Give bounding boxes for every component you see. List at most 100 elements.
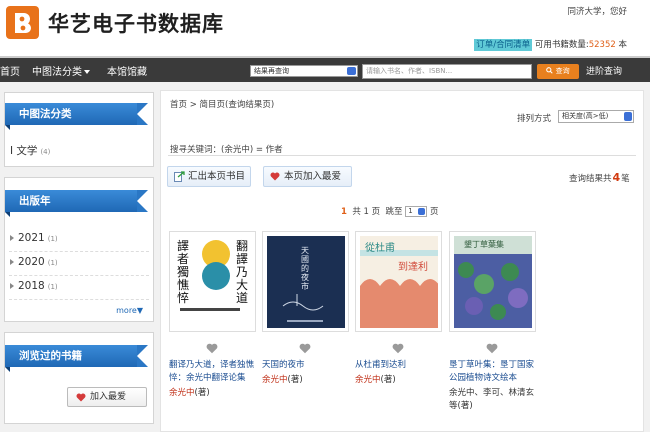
book-cover-image: 墾丁草葉集: [454, 236, 532, 328]
search-button-label: 查询: [555, 67, 570, 75]
divider: [9, 251, 149, 252]
book-cover[interactable]: 墾丁草葉集: [449, 231, 536, 332]
site-header: 华艺电子书数据库 同济大学，您好 订单/合同清单 可用书籍数量:52352 本: [0, 0, 650, 56]
cover-title-a: 從杜甫: [365, 243, 395, 254]
divider: [9, 275, 149, 276]
nav-collection[interactable]: 本馆馆藏: [107, 63, 147, 78]
nav-clc-label: 中图法分类: [32, 67, 82, 78]
clc-item-count: (4): [40, 148, 51, 156]
book-favorite[interactable]: [486, 343, 498, 357]
breadcrumb[interactable]: 首页 > 简目页(查询结果页): [170, 98, 274, 110]
cover-title: 天國的夜市: [301, 246, 309, 291]
pubyear-item-2021[interactable]: 2021 (1): [10, 232, 58, 244]
history-panel-title: 浏览过的书籍: [5, 345, 148, 372]
history-panel: 浏览过的书籍 加入最爱: [4, 332, 154, 424]
pubyear-count: (1): [47, 259, 58, 267]
pager-jump-label: 跳至: [385, 207, 403, 217]
pager-page-unit: 页: [429, 207, 439, 217]
nav-clc-menu[interactable]: 中图法分类: [32, 63, 90, 78]
site-title[interactable]: 华艺电子书数据库: [48, 8, 224, 38]
select-arrow-icon: [347, 67, 356, 75]
page-jump-value: 1: [408, 207, 413, 215]
pubyear-panel-title: 出版年: [5, 190, 148, 217]
available-unit: 本: [618, 40, 627, 50]
advanced-search-link[interactable]: 进阶查询: [586, 64, 622, 77]
author-role: (著): [287, 375, 303, 385]
page-jump-select[interactable]: 1: [405, 206, 428, 217]
author-link[interactable]: 余光中: [262, 375, 288, 385]
book-title-link[interactable]: 从杜甫到达利: [355, 359, 447, 372]
clc-item-label: I 文学: [10, 145, 38, 157]
author-link[interactable]: 余光中: [449, 388, 475, 398]
cover-title-b: 到達利: [398, 262, 428, 273]
pubyear-count: (1): [47, 235, 58, 243]
author-role: (著): [194, 388, 210, 398]
result-number: 4: [612, 171, 621, 184]
add-favorite-button[interactable]: 加入最爱: [67, 387, 147, 407]
book-cover-image: 天國的夜市: [267, 236, 345, 328]
result-suffix: 笔: [621, 174, 630, 184]
heart-icon: [76, 393, 86, 402]
cover-title: 墾丁草葉集: [464, 240, 504, 249]
available-count: 52352: [588, 40, 616, 50]
pager-total: 共 1 页: [352, 207, 381, 217]
results-area: 首页 > 简目页(查询结果页) 排列方式 相关度(高>低) 搜寻关键词：(余光中…: [160, 90, 644, 432]
order-list-link[interactable]: 订单/合同清单: [474, 39, 533, 51]
heart-icon: [299, 343, 311, 354]
book-title-link[interactable]: 垦丁草叶集：垦丁国家公园植物诗文绘本: [449, 359, 541, 385]
book-favorite[interactable]: [206, 343, 218, 357]
pubyear-label: 2018: [18, 280, 45, 292]
book-title-link[interactable]: 翻译乃大道，译者独憔悴：余光中翻译论集: [169, 359, 261, 385]
export-icon: [174, 171, 185, 182]
search-keyword: 搜寻关键词：(余光中) = 作者: [170, 145, 283, 155]
pubyear-item-2018[interactable]: 2018 (1): [10, 280, 58, 292]
airiti-logo-icon[interactable]: [6, 6, 39, 39]
book-cover[interactable]: 從杜甫 到達利: [355, 231, 442, 332]
welcome-text: 同济大学，您好: [567, 7, 627, 17]
divider: [9, 299, 149, 300]
search-scope-select[interactable]: 结果再查询: [250, 65, 358, 77]
sort-label: 排列方式: [517, 114, 552, 124]
clc-panel: 中图法分类 I 文学 (4): [4, 92, 154, 167]
main-nav: 首页 中图法分类 本馆馆藏 结果再查询 请输入书名、作者、ISBN... 查询 …: [0, 56, 650, 82]
search-button[interactable]: 查询: [537, 64, 579, 79]
heart-icon: [392, 343, 404, 354]
book-cover[interactable]: 天國的夜市: [262, 231, 349, 332]
triangle-right-icon: [10, 259, 14, 265]
caret-down-icon: [84, 70, 90, 74]
add-page-favorite-label: 本页加入最爱: [284, 171, 342, 182]
book-title-link[interactable]: 天国的夜市: [262, 359, 354, 372]
heart-icon: [486, 343, 498, 354]
book-author: 余光中(著): [262, 374, 352, 387]
clc-panel-title: 中图法分类: [5, 103, 148, 130]
book-favorite[interactable]: [392, 343, 404, 357]
pubyear-label: 2021: [18, 232, 45, 244]
clc-item-literature[interactable]: I 文学 (4): [10, 143, 50, 158]
cover-title-b: 翻譯乃大道: [236, 239, 249, 305]
book-cover[interactable]: 譯者獨憔悴 翻譯乃大道: [169, 231, 256, 332]
add-favorite-label: 加入最爱: [90, 392, 127, 402]
search-scope-value: 结果再查询: [254, 67, 289, 75]
sort-select[interactable]: 相关度(高>低): [558, 110, 634, 123]
select-arrow-icon: [624, 112, 632, 121]
search-icon: [546, 67, 554, 74]
cover-title-a: 譯者獨憔悴: [177, 239, 190, 305]
book-favorite[interactable]: [299, 343, 311, 357]
heart-icon: [270, 172, 280, 181]
more-link[interactable]: more▼: [116, 306, 143, 315]
result-prefix: 查询结果共: [569, 174, 612, 184]
heart-icon: [206, 343, 218, 354]
result-count: 查询结果共4笔: [569, 171, 630, 184]
export-citation-button[interactable]: 汇出本页书目: [167, 166, 251, 187]
book-author: 余光中(著): [355, 374, 445, 387]
search-input[interactable]: 请输入书名、作者、ISBN...: [362, 64, 532, 79]
nav-home[interactable]: 首页: [0, 63, 20, 78]
author-link[interactable]: 余光中: [355, 375, 381, 385]
pager-current[interactable]: 1: [341, 207, 347, 217]
pubyear-item-2020[interactable]: 2020 (1): [10, 256, 58, 268]
sort-value: 相关度(高>低): [562, 112, 609, 120]
book-cover-image: 譯者獨憔悴 翻譯乃大道: [174, 236, 252, 328]
add-page-favorite-button[interactable]: 本页加入最爱: [263, 166, 352, 187]
select-arrow-icon: [418, 208, 426, 215]
author-link[interactable]: 余光中: [169, 388, 195, 398]
